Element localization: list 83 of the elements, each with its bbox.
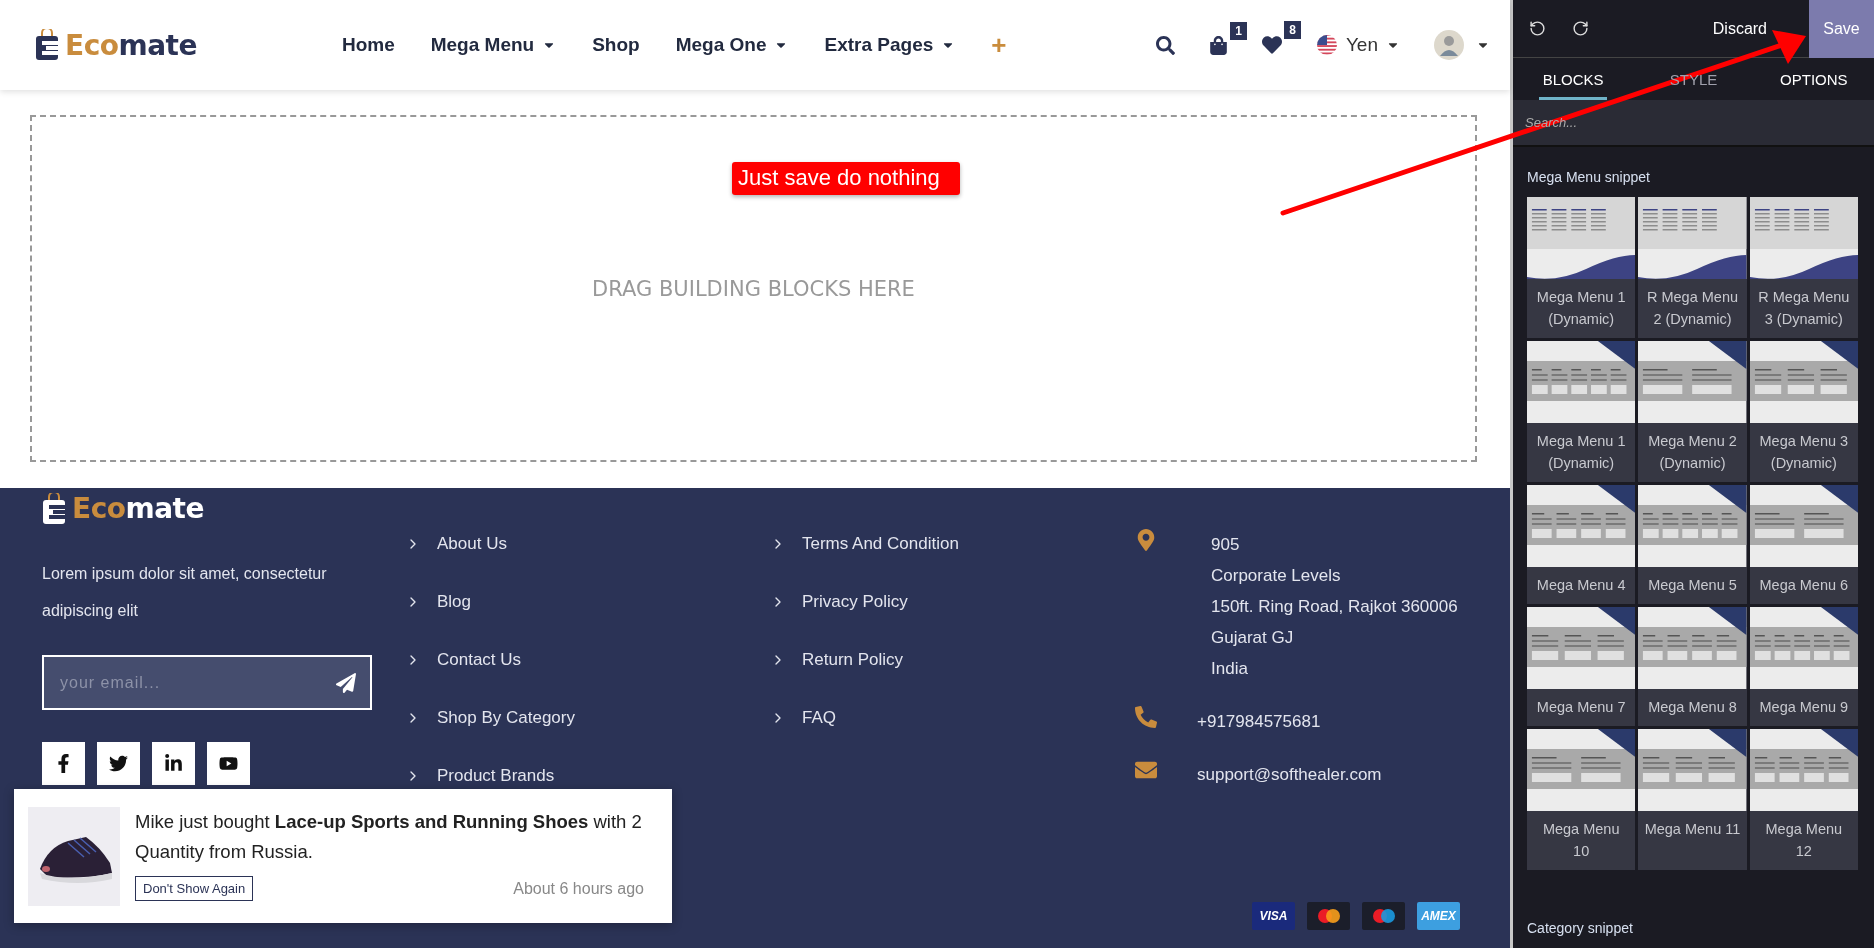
heart-icon	[1261, 35, 1282, 55]
footer-link[interactable]: Product Brands	[405, 747, 770, 805]
footer-link[interactable]: Terms And Condition	[770, 515, 1135, 573]
snippet-tile[interactable]: Mega Menu 4	[1527, 485, 1636, 604]
logo-text: Ecomate	[72, 492, 204, 525]
snippet-tile[interactable]: Mega Menu 9	[1749, 607, 1858, 726]
payment-card-icon: VISA	[1252, 902, 1295, 930]
payment-card-icon	[1362, 902, 1405, 930]
payment-card-icon: AMEX	[1417, 902, 1460, 930]
contact-text: support@softhealer.com	[1197, 764, 1382, 786]
paper-plane-icon	[336, 672, 356, 693]
section-title: Category snippet	[1527, 920, 1634, 936]
logo-icon	[35, 29, 59, 61]
snippet-tile[interactable]: Mega Menu 1 (Dynamic)	[1527, 341, 1636, 482]
phone-icon	[1135, 706, 1157, 728]
footer-about-text: Lorem ipsum dolor sit amet, consectetur adipiscing elit	[42, 564, 328, 621]
flag-icon	[1315, 34, 1338, 56]
cart-count-badge: 1	[1230, 21, 1247, 40]
discard-button[interactable]: Discard	[1712, 19, 1783, 38]
snippet-tile[interactable]: Mega Menu 5	[1638, 485, 1747, 604]
youtube-link[interactable]	[207, 742, 250, 785]
wishlist-button[interactable]: 8	[1261, 21, 1301, 55]
facebook-link[interactable]	[42, 742, 85, 785]
nav-link[interactable]: Mega Menu	[430, 34, 557, 56]
payment-card-icon	[1307, 902, 1350, 930]
linkedin-icon	[164, 754, 183, 773]
envelope-icon	[1135, 759, 1157, 781]
contact-text: Corporate Levels	[1211, 565, 1342, 587]
notification-time: About 6 hours ago	[513, 879, 644, 898]
footer-link[interactable]: About Us	[405, 515, 770, 573]
notification-message: Mike just bought Lace-up Sports and Running Shoes with 2 Quantity from Russia.	[135, 810, 643, 864]
newsletter-email-field[interactable]: your email...	[42, 655, 372, 710]
panel-tab[interactable]: BLOCKS	[1513, 58, 1634, 100]
linkedin-link[interactable]	[152, 742, 195, 785]
logo-text: Ecomate	[65, 28, 197, 62]
cart-button[interactable]: 1	[1208, 21, 1247, 55]
nav-link[interactable]: Home	[341, 34, 395, 56]
snippet-tile[interactable]: Mega Menu 1 (Dynamic)	[1527, 197, 1636, 338]
nav-link[interactable]: Mega One	[675, 34, 789, 56]
contact-text: India	[1211, 658, 1249, 680]
youtube-icon	[219, 754, 238, 773]
snippet-tile[interactable]: R Mega Menu 3 (Dynamic)	[1749, 197, 1858, 338]
drop-zone-hint: DRAG BUILDING BLOCKS HERE	[592, 276, 915, 301]
footer-link[interactable]: Return Policy	[770, 631, 1135, 689]
nav-link[interactable]: Extra Pages	[824, 34, 956, 56]
snippet-tile[interactable]: Mega Menu 6	[1749, 485, 1858, 604]
location-pin-icon	[1135, 529, 1157, 551]
shopping-bag-icon	[1208, 35, 1228, 55]
send-button[interactable]	[336, 672, 356, 693]
currency-selector[interactable]: Yen	[1315, 34, 1400, 56]
section-title: Mega Menu snippet	[1527, 169, 1651, 185]
contact-text: +917984575681	[1197, 711, 1321, 733]
save-button[interactable]: Save	[1809, 0, 1874, 58]
snippet-tile[interactable]: Mega Menu 7	[1527, 607, 1636, 726]
contact-text: Gujarat GJ	[1211, 627, 1295, 649]
undo-icon[interactable]	[1529, 20, 1546, 37]
panel-tab[interactable]: OPTIONS	[1753, 58, 1874, 100]
email-input[interactable]: your email...	[58, 672, 336, 693]
snippet-tile[interactable]: R Mega Menu 2 (Dynamic)	[1638, 197, 1747, 338]
search-icon	[1155, 35, 1175, 55]
snippet-tile[interactable]: Mega Menu 10	[1527, 729, 1636, 870]
footer-link[interactable]: Privacy Policy	[770, 573, 1135, 631]
snippet-tile[interactable]: Mega Menu 11	[1638, 729, 1747, 870]
dont-show-again-button[interactable]: Don't Show Again	[135, 876, 254, 901]
snippet-tile[interactable]: Mega Menu 12	[1749, 729, 1858, 870]
logo-icon	[42, 492, 66, 525]
footer-link[interactable]: Contact Us	[405, 631, 770, 689]
footer-link[interactable]: Shop By Category	[405, 689, 770, 747]
snippet-tile[interactable]: Mega Menu 3 (Dynamic)	[1749, 341, 1858, 482]
twitter-link[interactable]	[97, 742, 140, 785]
footer-link[interactable]: FAQ	[770, 689, 1135, 747]
wishlist-count-badge: 8	[1284, 21, 1301, 39]
contact-text: 905	[1211, 534, 1241, 556]
snippet-tile[interactable]: Mega Menu 2 (Dynamic)	[1638, 341, 1747, 482]
footer-link[interactable]: Blog	[405, 573, 770, 631]
twitter-icon	[109, 754, 128, 773]
user-avatar	[1434, 30, 1464, 60]
nav-link[interactable]: Shop	[592, 34, 640, 56]
contact-text: 150ft. Ring Road, Rajkot 360006	[1211, 596, 1458, 618]
redo-icon[interactable]	[1572, 20, 1589, 37]
user-menu-button[interactable]	[1434, 30, 1490, 60]
snippet-tile[interactable]: Mega Menu 8	[1638, 607, 1747, 726]
annotation-note: Just save do nothing	[732, 162, 960, 195]
